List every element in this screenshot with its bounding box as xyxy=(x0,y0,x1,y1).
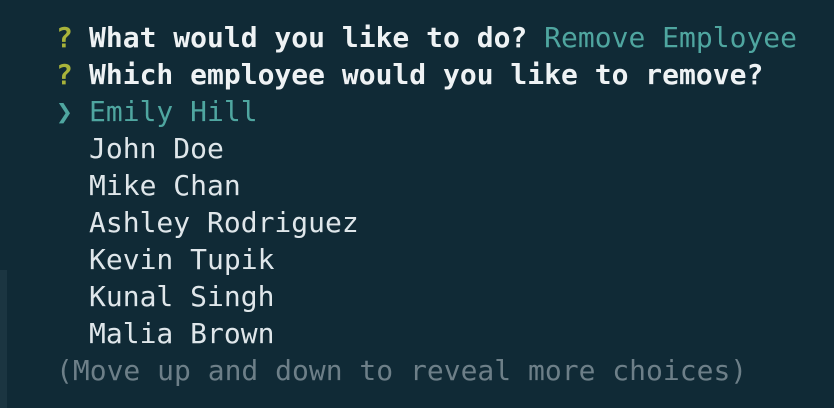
choice-item[interactable]: Kunal Singh xyxy=(56,278,274,315)
terminal-edge xyxy=(0,270,7,408)
question-prompt: Which employee would you like to remove? xyxy=(89,58,764,91)
choice-item[interactable]: Mike Chan xyxy=(56,167,241,204)
choice-item[interactable]: John Doe xyxy=(56,130,224,167)
choice-item[interactable]: Kevin Tupik xyxy=(56,241,274,278)
choice-item[interactable]: Malia Brown xyxy=(56,315,274,352)
choice-label: Malia Brown xyxy=(89,317,275,350)
choice-label: Kevin Tupik xyxy=(89,243,275,276)
terminal-window: ? What would you like to do? Remove Emplo… xyxy=(0,0,834,408)
choice-label: John Doe xyxy=(89,132,224,165)
choice-label: Mike Chan xyxy=(89,169,241,202)
scroll-hint: (Move up and down to reveal more choices… xyxy=(56,354,748,387)
question-mark-icon: ? xyxy=(56,58,73,91)
question-prompt: What would you like to do? xyxy=(89,21,528,54)
choice-label: Kunal Singh xyxy=(89,280,275,313)
question-employee: ? Which employee would you like to remove… xyxy=(56,56,763,93)
choice-label: Emily Hill xyxy=(89,95,258,128)
question-answer: Remove Employee xyxy=(544,21,798,54)
choice-label: Ashley Rodriguez xyxy=(89,206,359,239)
question-mark-icon: ? xyxy=(56,21,73,54)
choice-item-selected[interactable]: ❯ Emily Hill xyxy=(56,93,258,130)
question-action: ? What would you like to do? Remove Emplo… xyxy=(56,19,797,56)
pointer-icon: ❯ xyxy=(56,95,73,128)
choice-item[interactable]: Ashley Rodriguez xyxy=(56,204,359,241)
